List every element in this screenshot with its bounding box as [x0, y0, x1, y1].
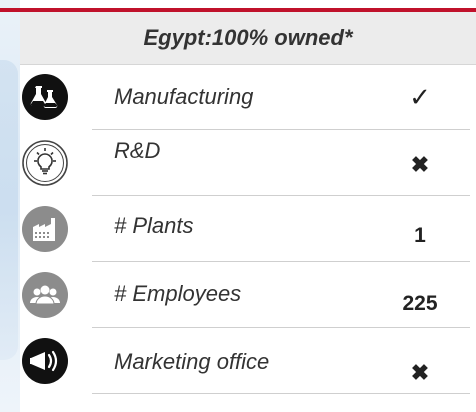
row-label-employees: # Employees	[114, 281, 242, 306]
row-label-rd: R&D	[114, 138, 161, 163]
row-value-rd: ✖	[410, 152, 430, 177]
row-value-manufacturing: ✓	[409, 82, 431, 112]
table-header: Egypt:100% owned*	[20, 12, 476, 65]
people-group-icon	[21, 271, 69, 319]
megaphone-icon	[21, 337, 69, 385]
row-divider	[92, 393, 470, 394]
row-label-marketing: Marketing office	[114, 349, 270, 374]
factory-icon	[21, 205, 69, 253]
header-title: Egypt:100% owned*	[143, 25, 353, 50]
lightbulb-icon	[21, 139, 69, 187]
table-row: Manufacturing ✓	[0, 64, 476, 130]
row-label-manufacturing: Manufacturing	[114, 84, 254, 109]
table-row: R&D ✖	[0, 130, 476, 196]
lab-flasks-icon	[21, 73, 69, 121]
row-value-plants: 1	[414, 224, 426, 247]
table-row: # Plants 1	[0, 196, 476, 262]
table-row: Marketing office ✖	[0, 328, 476, 394]
row-label-plants: # Plants	[114, 213, 194, 238]
row-value-employees: 225	[402, 292, 438, 315]
row-value-marketing: ✖	[410, 360, 430, 385]
table-row: # Employees 225	[0, 262, 476, 328]
